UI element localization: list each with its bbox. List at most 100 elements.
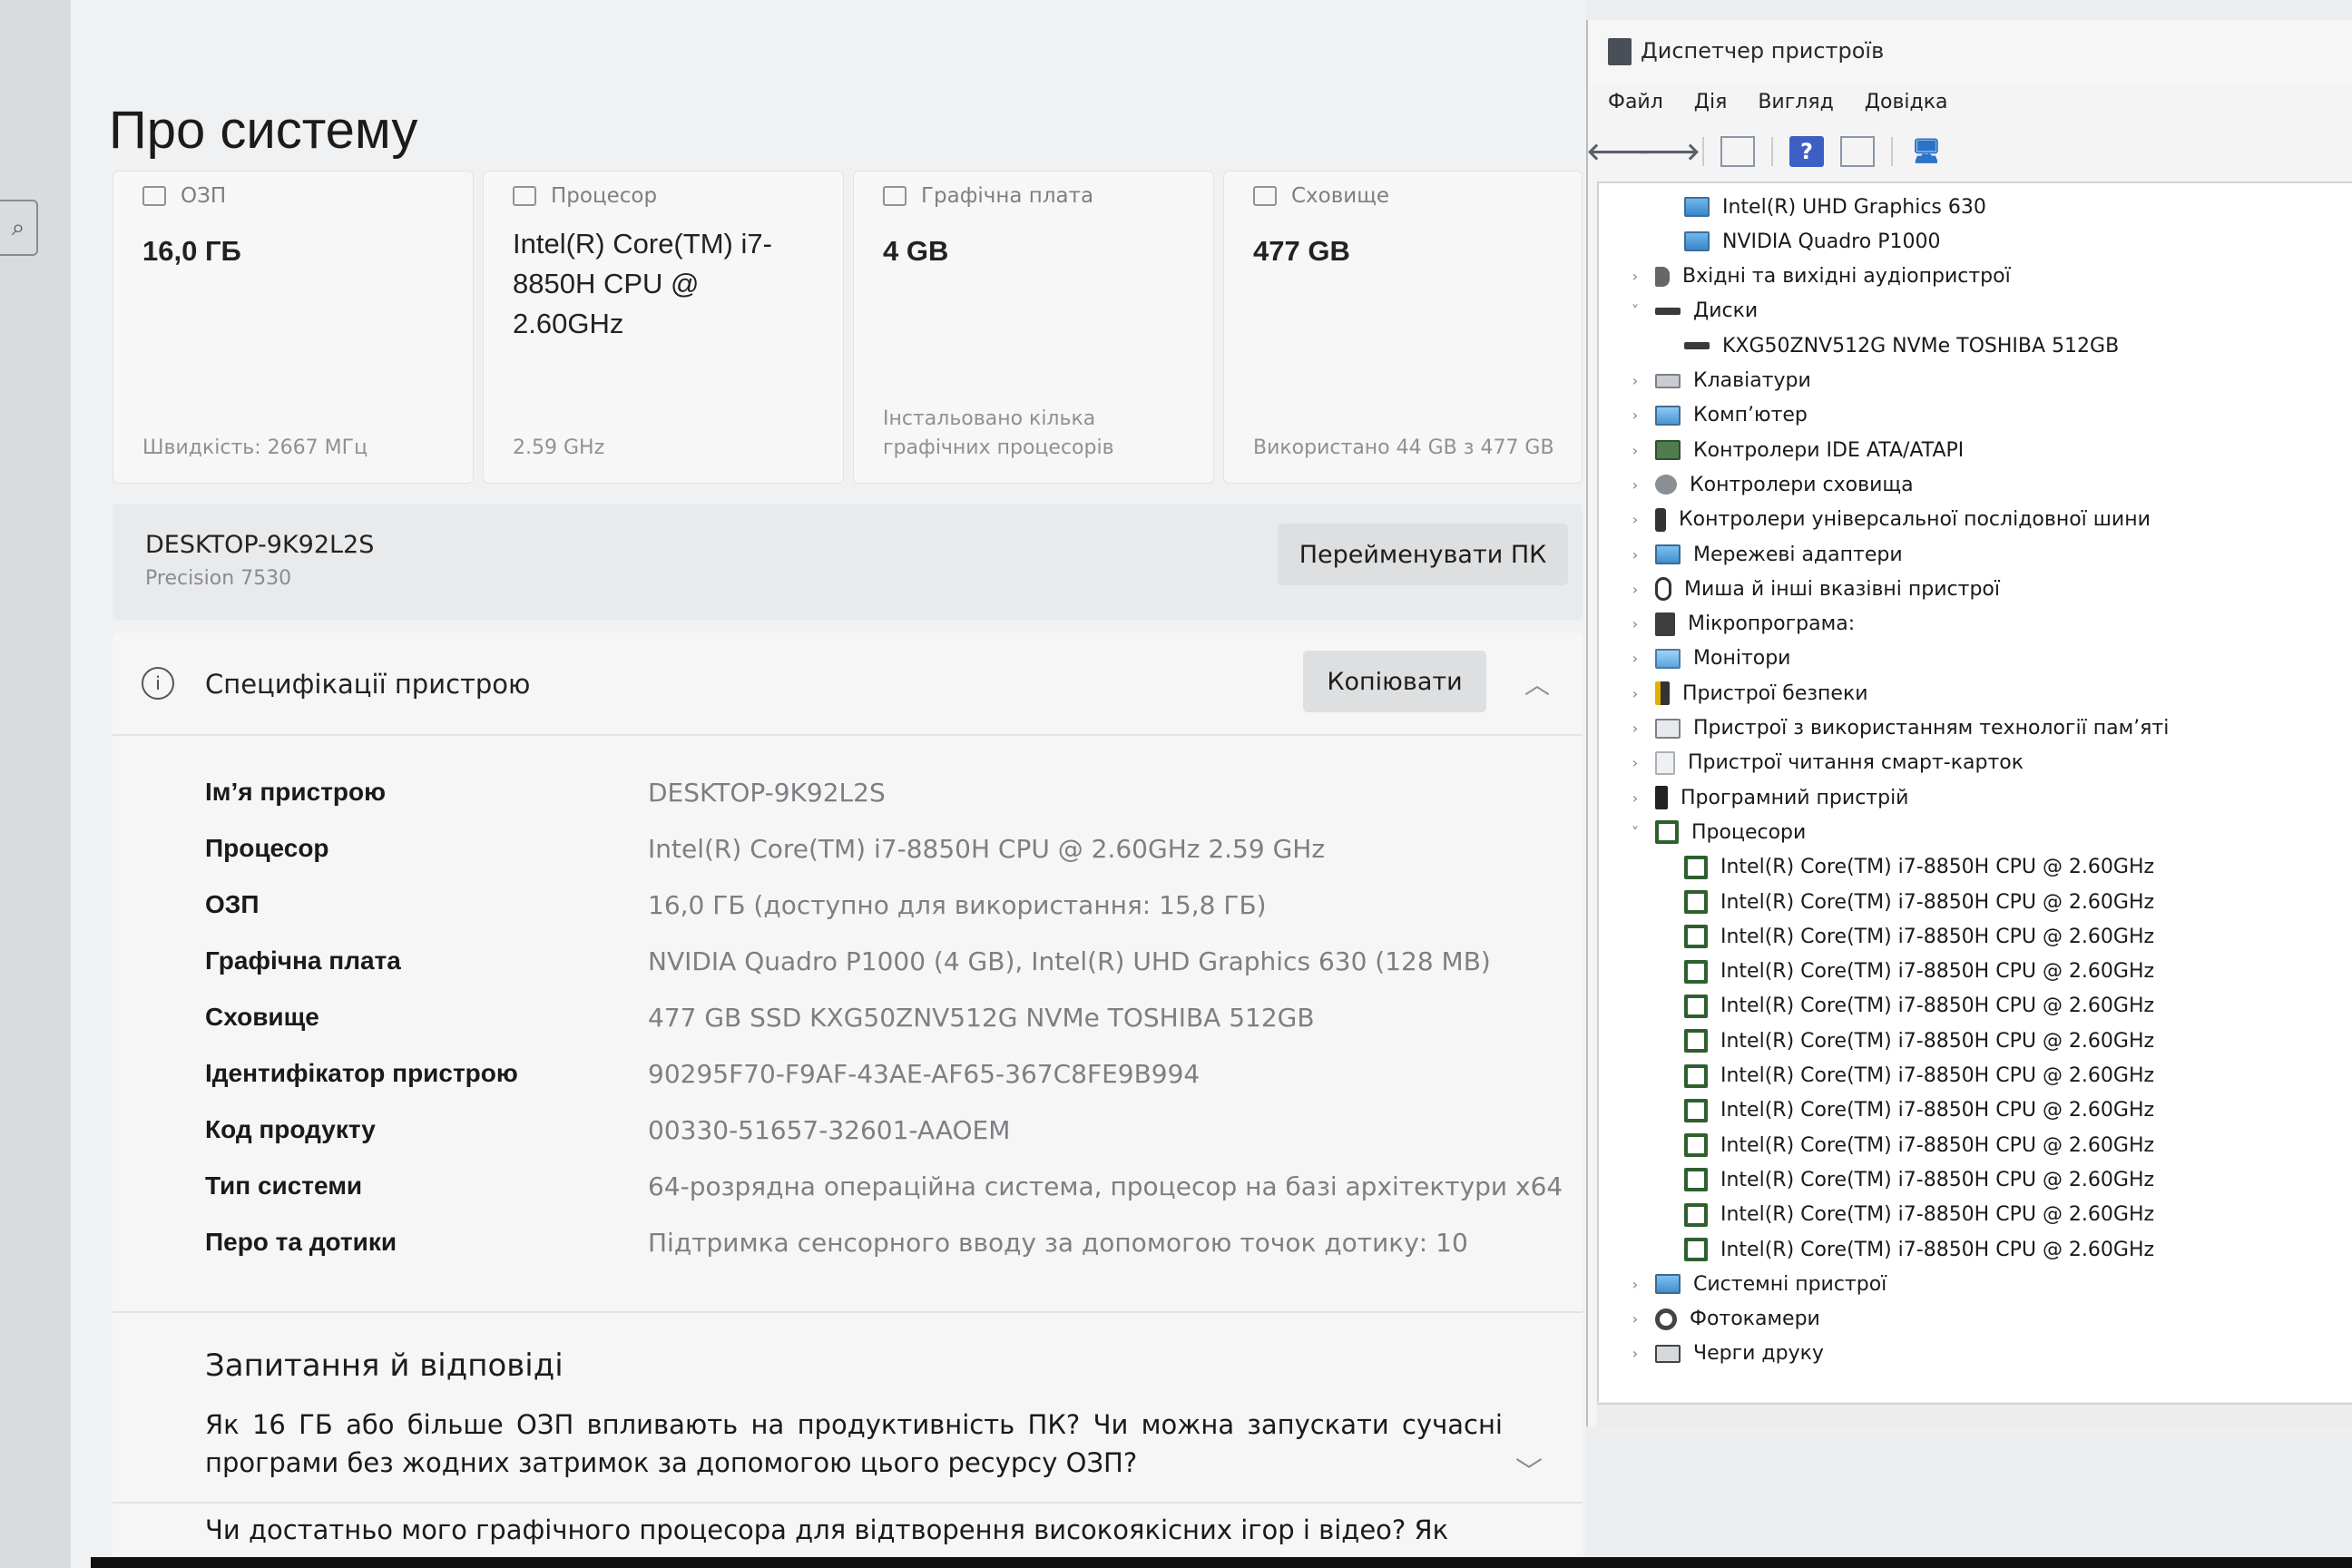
device-tree-item[interactable]: › Контролери IDE ATA/ATAPI — [1626, 434, 1965, 466]
chevron-right-icon[interactable]: › — [1626, 407, 1644, 424]
device-tree-item[interactable]: Intel(R) Core(TM) i7-8850H CPU @ 2.60GHz — [1655, 920, 2154, 953]
device-tree-item[interactable]: › Комп’ютер — [1626, 399, 1808, 432]
storage-card-footer: Використано 44 GB з 477 GB — [1253, 436, 1554, 459]
device-tree-item[interactable]: Intel(R) Core(TM) i7-8850H CPU @ 2.60GHz — [1655, 1129, 2154, 1161]
graphics-card-icon — [883, 186, 906, 206]
device-tree-item[interactable]: › Пристрої безпеки — [1626, 677, 1868, 710]
device-tree-item[interactable]: › Програмний пристрій — [1626, 781, 1908, 814]
device-tree-item[interactable]: Intel(R) Core(TM) i7-8850H CPU @ 2.60GHz — [1655, 1094, 2154, 1127]
chevron-right-icon[interactable]: › — [1626, 511, 1644, 528]
chevron-right-icon[interactable]: › — [1626, 685, 1644, 702]
device-tree-item[interactable]: ˅ Процесори — [1626, 816, 1806, 848]
device-tree-item[interactable]: Intel(R) Core(TM) i7-8850H CPU @ 2.60GHz — [1655, 990, 2154, 1023]
chevron-right-icon[interactable]: › — [1626, 789, 1644, 807]
device-tree-label: Системні пристрої — [1693, 1272, 1887, 1296]
chevron-right-icon[interactable]: › — [1626, 720, 1644, 737]
chevron-right-icon[interactable]: › — [1626, 1276, 1644, 1293]
menu-file[interactable]: Файл — [1608, 91, 1663, 113]
processor-icon — [1684, 1168, 1708, 1192]
spec-value: 477 GB SSD KXG50ZNV512G NVMe TOSHIBA 512… — [648, 1003, 1315, 1033]
device-tree-label: Контролери IDE ATA/ATAPI — [1693, 438, 1965, 462]
chevron-right-icon[interactable]: › — [1626, 754, 1644, 771]
device-tree-label: Монітори — [1693, 647, 1791, 671]
device-tree-item[interactable]: Intel(R) Core(TM) i7-8850H CPU @ 2.60GHz — [1655, 1163, 2154, 1196]
chevron-right-icon[interactable]: › — [1626, 581, 1644, 598]
device-tree-item[interactable]: › Монітори — [1626, 642, 1791, 675]
chevron-down-icon[interactable]: ˅ — [1626, 824, 1644, 841]
device-tree-item[interactable]: › Фотокамери — [1626, 1303, 1820, 1336]
device-tree-item[interactable]: Intel(R) Core(TM) i7-8850H CPU @ 2.60GHz — [1655, 1199, 2154, 1231]
device-tree-item[interactable]: KXG50ZNV512G NVMe TOSHIBA 512GB — [1655, 329, 2119, 362]
device-tree-label: Мережеві адаптери — [1693, 543, 1903, 566]
device-tree-item[interactable]: › Вхідні та вихідні аудіопристрої — [1626, 260, 2011, 293]
device-tree-label: KXG50ZNV512G NVMe TOSHIBA 512GB — [1722, 334, 2120, 358]
storage-controller-icon — [1655, 475, 1677, 495]
chevron-right-icon[interactable]: › — [1626, 268, 1644, 285]
page-title: Про систему — [109, 101, 418, 160]
rename-pc-button[interactable]: Перейменувати ПК — [1278, 524, 1568, 585]
forward-icon[interactable]: 🡒 — [1637, 136, 1700, 167]
device-tree-item[interactable]: Intel(R) UHD Graphics 630 — [1655, 191, 1986, 223]
storage-card-label: Сховище — [1291, 184, 1390, 208]
chevron-right-icon[interactable]: › — [1626, 650, 1644, 667]
device-tree-item[interactable]: › Пристрої з використанням технології пам… — [1626, 712, 2170, 745]
search-icon[interactable]: ⌕ — [0, 200, 38, 256]
graphics-card-value: 4 GB — [883, 235, 949, 267]
device-tree-item[interactable]: › Миша й інші вказівні пристрої — [1626, 573, 2000, 605]
device-tree: Intel(R) UHD Graphics 630 NVIDIA Quadro P… — [1597, 181, 2352, 1402]
processor-card-footer: 2.59 GHz — [513, 436, 605, 459]
device-tree-item[interactable]: ˅ Диски — [1626, 295, 1758, 328]
chevron-down-icon[interactable]: ﹀ — [1515, 1449, 1543, 1489]
spec-label: Процесор — [205, 834, 329, 862]
properties-icon[interactable] — [1840, 136, 1875, 167]
device-tree-item[interactable]: › Мікропрограма: — [1626, 608, 1855, 641]
spec-label: Код продукту — [205, 1115, 376, 1143]
processor-card-label: Процесор — [551, 184, 658, 208]
device-tree-item[interactable]: Intel(R) Core(TM) i7-8850H CPU @ 2.60GHz — [1655, 956, 2154, 988]
scan-hardware-icon[interactable]: 🖥 — [1909, 136, 1944, 167]
device-tree-item[interactable]: › Черги друку — [1626, 1338, 1824, 1370]
spec-label: ОЗП — [205, 890, 260, 918]
chevron-right-icon[interactable]: › — [1626, 546, 1644, 564]
chevron-right-icon[interactable]: › — [1626, 1310, 1644, 1328]
chevron-right-icon[interactable]: › — [1626, 372, 1644, 389]
ram-card-footer: Швидкість: 2667 МГц — [142, 436, 368, 459]
toolbar: 🡐 🡒 ? 🖥 — [1586, 129, 1944, 174]
device-tree-item[interactable]: › Системні пристрої — [1626, 1268, 1887, 1300]
faq-question[interactable]: Як 16 ГБ або більше ОЗП впливають на про… — [205, 1406, 1503, 1482]
device-tree-item[interactable]: Intel(R) Core(TM) i7-8850H CPU @ 2.60GHz — [1655, 1060, 2154, 1093]
chevron-down-icon[interactable]: ˅ — [1626, 302, 1644, 319]
chevron-right-icon[interactable]: › — [1626, 442, 1644, 459]
back-icon[interactable]: 🡐 — [1586, 136, 1650, 167]
security-device-icon — [1655, 681, 1670, 706]
chevron-right-icon[interactable]: › — [1626, 615, 1644, 632]
chevron-up-icon[interactable]: ︿ — [1524, 665, 1550, 701]
device-tree-item[interactable]: › Клавіатури — [1626, 365, 1811, 397]
device-tree-label: Intel(R) Core(TM) i7-8850H CPU @ 2.60GHz — [1720, 925, 2155, 948]
chevron-right-icon[interactable]: › — [1626, 476, 1644, 494]
menu-help[interactable]: Довідка — [1865, 91, 1948, 113]
device-tree-item[interactable]: Intel(R) Core(TM) i7-8850H CPU @ 2.60GHz — [1655, 1233, 2154, 1266]
menu-view[interactable]: Вигляд — [1758, 91, 1833, 113]
menu-action[interactable]: Дія — [1694, 91, 1728, 113]
device-tree-label: Intel(R) Core(TM) i7-8850H CPU @ 2.60GHz — [1720, 995, 2155, 1018]
device-tree-item[interactable]: › Контролери сховища — [1626, 468, 1914, 501]
show-hide-console-tree-icon[interactable] — [1720, 136, 1755, 167]
device-tree-label: Вхідні та вихідні аудіопристрої — [1682, 265, 2011, 289]
chevron-right-icon[interactable]: › — [1626, 1345, 1644, 1362]
help-icon[interactable]: ? — [1789, 136, 1824, 167]
device-tree-item[interactable]: › Контролери універсальної послідовної ши… — [1626, 504, 2151, 536]
faq-question[interactable]: Чи достатньо мого графічного процесора д… — [205, 1511, 1503, 1549]
device-tree-item[interactable]: Intel(R) Core(TM) i7-8850H CPU @ 2.60GHz — [1655, 1024, 2154, 1057]
device-tree-label: Intel(R) Core(TM) i7-8850H CPU @ 2.60GHz — [1720, 960, 2155, 984]
processor-icon — [1684, 1098, 1708, 1122]
device-tree-item[interactable]: › Пристрої читання смарт-карток — [1626, 747, 2024, 779]
device-tree-item[interactable]: › Мережеві адаптери — [1626, 538, 1903, 571]
spec-row: Процесор Intel(R) Core(TM) i7-8850H CPU … — [205, 834, 1566, 870]
device-specifications-header[interactable]: i Специфікації пристрою Копіювати ︿ — [113, 632, 1583, 732]
device-tree-item[interactable]: Intel(R) Core(TM) i7-8850H CPU @ 2.60GHz — [1655, 851, 2154, 884]
device-tree-item[interactable]: NVIDIA Quadro P1000 — [1655, 225, 1940, 258]
storage-icon — [1253, 186, 1277, 206]
copy-button[interactable]: Копіювати — [1303, 651, 1486, 712]
device-tree-item[interactable]: Intel(R) Core(TM) i7-8850H CPU @ 2.60GHz — [1655, 886, 2154, 918]
